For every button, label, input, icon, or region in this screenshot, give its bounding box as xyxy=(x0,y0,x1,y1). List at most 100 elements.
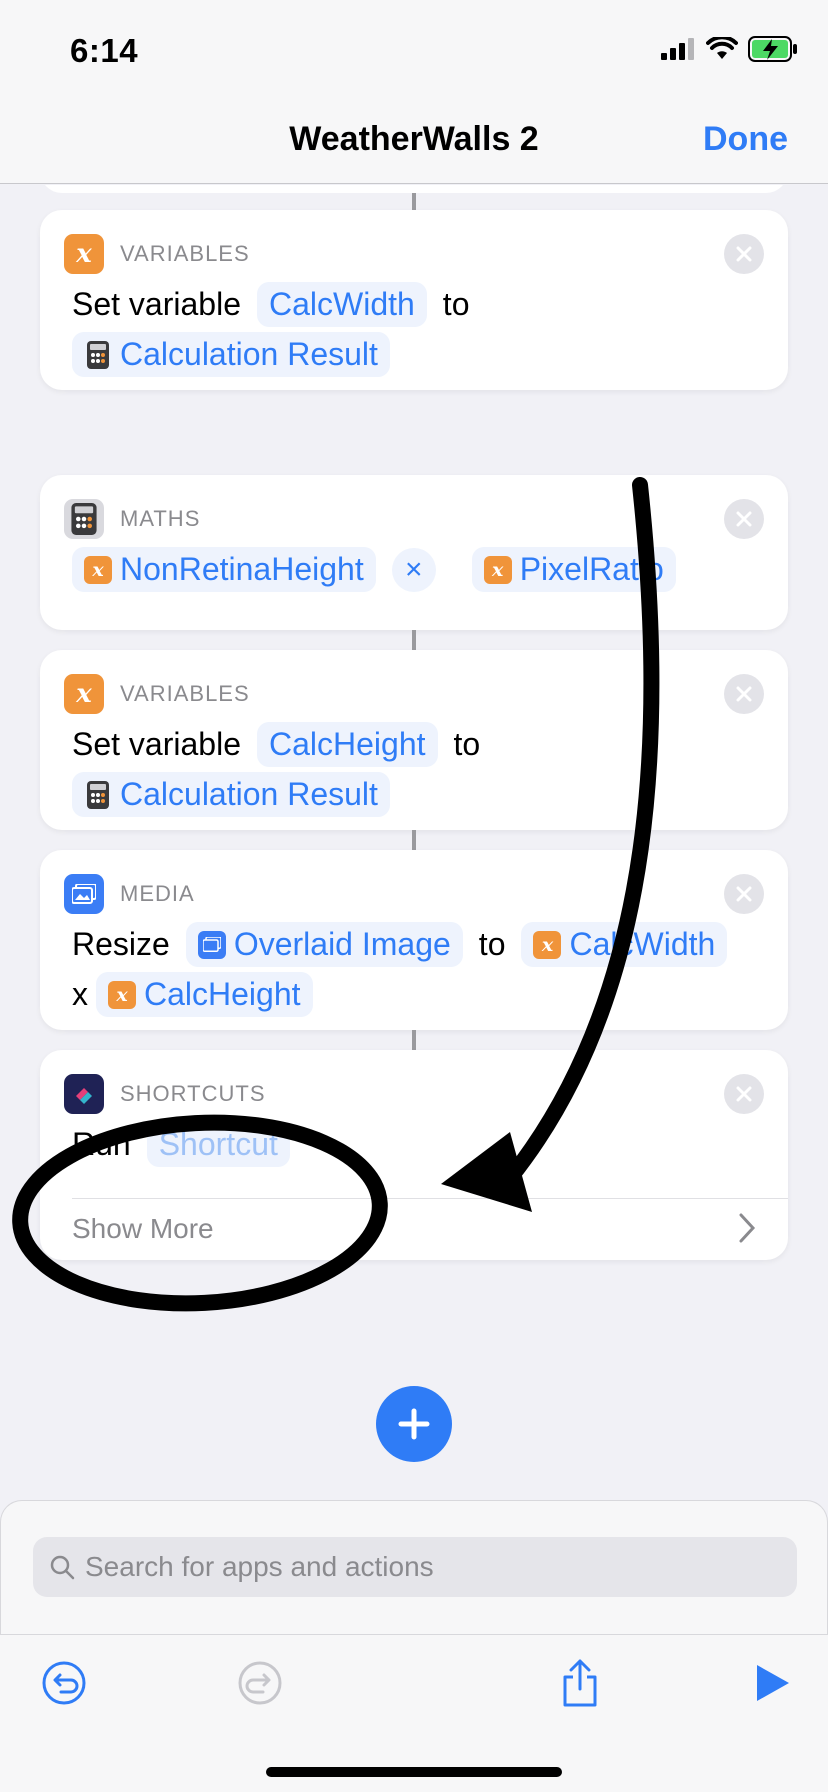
calculator-icon xyxy=(84,780,112,809)
action-verb: Set variable xyxy=(72,726,241,762)
calculator-icon xyxy=(84,340,112,369)
to-label: to xyxy=(453,726,481,762)
done-button[interactable]: Done xyxy=(703,120,788,159)
remove-action-button[interactable] xyxy=(724,1074,764,1114)
status-bar: 6:14 xyxy=(0,0,828,96)
height-token[interactable]: x CalcHeight xyxy=(96,972,313,1017)
action-line-2: Calculation Result xyxy=(72,332,406,377)
overlaid-image-token[interactable]: Overlaid Image xyxy=(185,922,463,967)
category-label: VARIABLES xyxy=(120,681,250,706)
operand-b-label: PixelRatio xyxy=(519,551,664,587)
share-button[interactable] xyxy=(550,1653,610,1713)
run-button[interactable] xyxy=(742,1653,802,1713)
close-icon xyxy=(736,246,752,262)
run-shortcut-card[interactable]: SHORTCUTS Run Shortcut Show More xyxy=(40,1050,788,1260)
cellular-signal-icon xyxy=(661,38,694,60)
shortcut-picker-token[interactable]: Shortcut xyxy=(146,1122,290,1167)
variable-icon: x xyxy=(108,980,136,1009)
variable-icon: x xyxy=(483,555,512,584)
action-verb: Resize xyxy=(72,926,170,962)
navigation-bar: WeatherWalls 2 Done xyxy=(0,96,828,184)
to-label: to xyxy=(442,286,470,322)
calculation-result-token[interactable]: Calculation Result xyxy=(72,772,390,817)
operand-b-token[interactable]: x PixelRatio xyxy=(471,547,676,592)
category-label: MATHS xyxy=(120,506,201,531)
previous-card-edge xyxy=(40,185,788,193)
action-line: Run Shortcut xyxy=(72,1122,306,1167)
redo-button[interactable] xyxy=(230,1653,290,1713)
variable-icon: x xyxy=(533,930,562,959)
width-label: CalcWidth xyxy=(569,926,716,962)
remove-action-button[interactable] xyxy=(724,499,764,539)
chevron-right-icon[interactable] xyxy=(738,1212,756,1244)
action-verb: Set variable xyxy=(72,286,241,322)
maths-expression: x NonRetinaHeight × x PixelRatio xyxy=(72,547,692,592)
card-divider xyxy=(72,1198,788,1199)
set-variable-calcheight-card[interactable]: x VARIABLES Set variable CalcHeight to C… xyxy=(40,650,788,830)
card-header: MATHS xyxy=(64,499,200,539)
close-icon xyxy=(736,686,752,702)
category-label: SHORTCUTS xyxy=(120,1081,266,1106)
card-header: MEDIA xyxy=(64,874,195,914)
operand-a-token[interactable]: x NonRetinaHeight xyxy=(72,547,376,592)
category-label: VARIABLES xyxy=(120,241,250,266)
resize-image-card[interactable]: MEDIA Resize Overlaid Image to x CalcWid… xyxy=(40,850,788,1030)
search-icon xyxy=(50,1555,75,1580)
variable-icon: x xyxy=(84,555,112,584)
operand-a-label: NonRetinaHeight xyxy=(120,551,364,587)
action-verb: Run xyxy=(72,1126,131,1162)
calculation-result-label: Calculation Result xyxy=(120,776,378,812)
operator-token[interactable]: × xyxy=(391,547,436,592)
play-icon xyxy=(757,1665,789,1701)
action-line-2: x x CalcHeight xyxy=(72,972,329,1017)
width-token[interactable]: x CalcWidth xyxy=(521,922,728,967)
close-icon xyxy=(736,511,752,527)
x-label: x xyxy=(72,976,88,1012)
action-line: Set variable CalcHeight to xyxy=(72,722,496,767)
variable-name-token[interactable]: CalcWidth xyxy=(256,282,427,327)
share-icon xyxy=(563,1659,597,1707)
card-header: SHORTCUTS xyxy=(64,1074,266,1114)
connector-line xyxy=(412,630,416,650)
wifi-icon xyxy=(706,37,738,59)
show-more-button[interactable]: Show More xyxy=(72,1213,214,1245)
undo-icon xyxy=(42,1661,86,1705)
shortcuts-app-icon xyxy=(64,1074,104,1114)
redo-icon xyxy=(238,1661,282,1705)
media-icon xyxy=(197,930,226,959)
calculation-result-token[interactable]: Calculation Result xyxy=(72,332,390,377)
card-header: x VARIABLES xyxy=(64,234,250,274)
action-line: Set variable CalcWidth to xyxy=(72,282,485,327)
action-line: Resize Overlaid Image to x CalcWidth xyxy=(72,922,743,967)
calculator-icon xyxy=(64,499,104,539)
category-label: MEDIA xyxy=(120,881,195,906)
connector-line xyxy=(412,1030,416,1050)
to-label: to xyxy=(478,926,506,962)
media-icon xyxy=(64,874,104,914)
maths-card[interactable]: MATHS x NonRetinaHeight × x PixelRatio xyxy=(40,475,788,630)
status-icons xyxy=(660,36,798,62)
remove-action-button[interactable] xyxy=(724,874,764,914)
home-indicator xyxy=(266,1767,562,1777)
action-line-2: Calculation Result xyxy=(72,772,406,817)
height-label: CalcHeight xyxy=(144,976,301,1012)
overlaid-image-label: Overlaid Image xyxy=(233,926,451,962)
search-input[interactable] xyxy=(85,1551,765,1583)
search-field[interactable] xyxy=(33,1537,797,1597)
variable-name-token[interactable]: CalcHeight xyxy=(256,722,438,767)
battery-charging-icon xyxy=(748,36,797,62)
action-search-sheet xyxy=(0,1500,828,1634)
plus-icon xyxy=(398,1408,430,1440)
close-icon xyxy=(736,1086,752,1102)
action-list[interactable]: x VARIABLES Set variable CalcWidth to Ca… xyxy=(0,185,828,1500)
set-variable-calcwidth-card[interactable]: x VARIABLES Set variable CalcWidth to Ca… xyxy=(40,210,788,390)
connector-line xyxy=(412,830,416,850)
variable-icon: x xyxy=(64,234,104,274)
undo-button[interactable] xyxy=(34,1653,94,1713)
card-header: x VARIABLES xyxy=(64,674,250,714)
calculation-result-label: Calculation Result xyxy=(120,336,378,372)
remove-action-button[interactable] xyxy=(724,674,764,714)
status-time: 6:14 xyxy=(70,32,139,69)
add-action-button[interactable] xyxy=(376,1386,452,1462)
remove-action-button[interactable] xyxy=(724,234,764,274)
